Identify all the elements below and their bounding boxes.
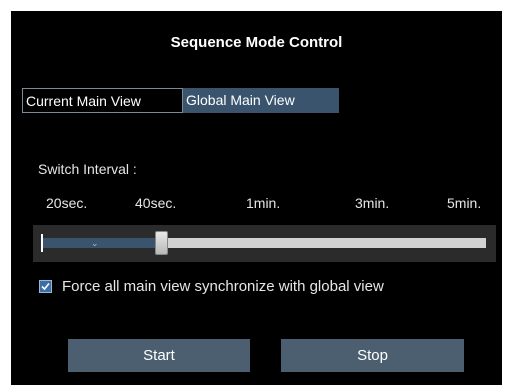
slider-fill: [41, 238, 162, 248]
start-button[interactable]: Start: [68, 339, 250, 372]
chevron-down-icon: ⌄: [91, 238, 99, 248]
switch-interval-slider[interactable]: ⌄: [33, 225, 496, 262]
slider-thumb[interactable]: [155, 231, 169, 255]
sync-option-row: Force all main view synchronize with glo…: [39, 278, 384, 295]
sync-checkbox[interactable]: [39, 280, 52, 293]
view-tabs: Current Main View Global Main View: [22, 88, 339, 113]
dialog-title: Sequence Mode Control: [170, 34, 343, 51]
stop-button[interactable]: Stop: [281, 339, 464, 372]
tick-label-1min: 1min.: [246, 195, 281, 211]
slider-start-marker: [41, 234, 43, 252]
sequence-mode-dialog: Sequence Mode Control Current Main View …: [11, 11, 502, 385]
tick-label-3min: 3min.: [355, 195, 390, 211]
tick-label-5min: 5min.: [447, 195, 482, 211]
tab-global-main-view[interactable]: Global Main View: [183, 88, 339, 113]
tick-label-40sec: 40sec.: [135, 195, 177, 211]
switch-interval-label: Switch Interval :: [38, 161, 137, 177]
sync-option-label: Force all main view synchronize with glo…: [62, 278, 384, 295]
tab-current-main-view[interactable]: Current Main View: [22, 88, 183, 113]
tick-label-20sec: 20sec.: [46, 195, 88, 211]
checkmark-icon: [41, 282, 50, 291]
